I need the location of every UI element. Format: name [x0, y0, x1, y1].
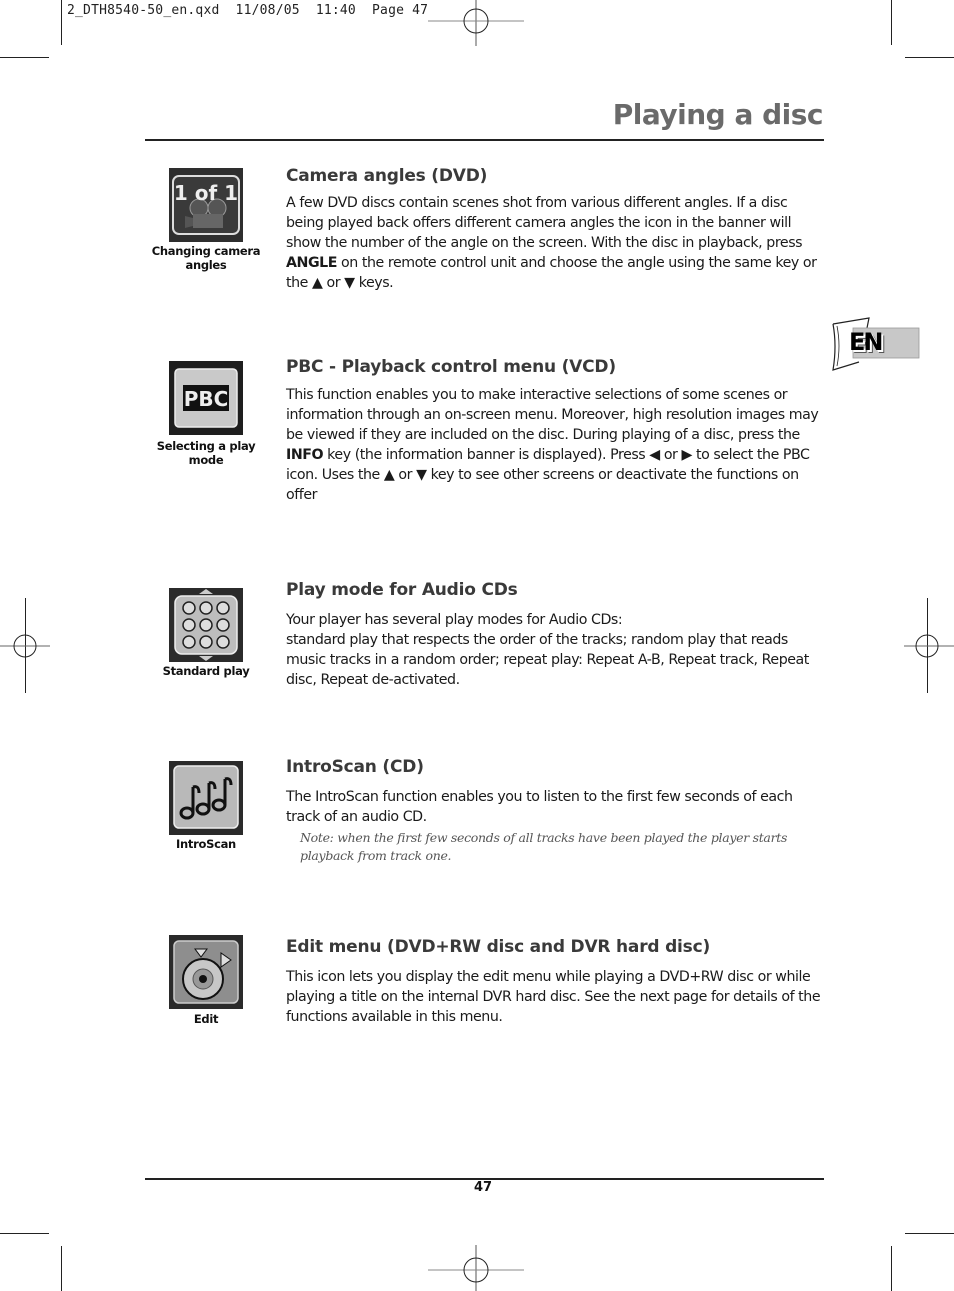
camera-angle-caption: Changing camera angles — [151, 244, 261, 272]
pbc-caption: Selecting a play mode — [156, 439, 256, 467]
introscan-note: Note: when the first few seconds of all … — [300, 830, 788, 863]
registration-mark-right — [904, 634, 954, 658]
print-slug: 2_DTH8540-50_en.qxd 11/08/05 11:40 Page … — [67, 3, 429, 18]
page-number: 47 — [474, 1180, 493, 1195]
introscan-body: The IntroScan function enables you to li… — [286, 789, 793, 825]
pbc-icon: PBC — [169, 361, 243, 435]
play-mode-body: Your player has several play modes for A… — [286, 610, 826, 690]
standard-play-icon — [169, 588, 243, 662]
camera-angles-heading: Camera angles (DVD) — [286, 166, 488, 186]
registration-mark-bottom — [428, 1245, 524, 1291]
play-mode-details: standard play that respects the order of… — [286, 632, 809, 688]
page-title: Playing a disc — [612, 98, 824, 131]
pbc-heading: PBC - Playback control menu (VCD) — [286, 357, 616, 377]
crop-mark — [0, 1233, 49, 1234]
introscan-icon — [169, 761, 243, 835]
pbc-body: This function enables you to make intera… — [286, 387, 819, 503]
edit-caption: Edit — [193, 1012, 219, 1026]
registration-mark-left — [0, 634, 50, 658]
crop-mark — [61, 1246, 62, 1291]
introscan-caption: IntroScan — [176, 837, 236, 851]
standard-play-caption: Standard play — [162, 664, 250, 678]
camera-angle-icon-text: 1 of 1 — [174, 181, 238, 205]
crop-mark — [61, 0, 62, 45]
info-key: INFO — [286, 447, 324, 463]
angle-key: ANGLE — [286, 255, 337, 271]
edit-disc-icon — [169, 935, 243, 1009]
header-rule — [145, 139, 824, 141]
camera-angle-icon: 1 of 1 — [169, 168, 243, 242]
crop-mark — [905, 1233, 954, 1234]
introscan-heading: IntroScan (CD) — [286, 757, 424, 777]
play-mode-heading: Play mode for Audio CDs — [286, 580, 518, 600]
play-mode-intro: Your player has several play modes for A… — [286, 612, 623, 628]
crop-mark — [0, 57, 49, 58]
language-label: EN — [849, 328, 884, 356]
edit-menu-heading: Edit menu (DVD+RW disc and DVR hard disc… — [286, 937, 711, 957]
registration-mark-top — [428, 0, 524, 46]
crop-mark — [891, 1246, 892, 1291]
crop-mark — [905, 57, 954, 58]
pbc-icon-text: PBC — [184, 387, 229, 411]
crop-mark — [891, 0, 892, 45]
camera-angles-body: A few DVD discs contain scenes shot from… — [286, 195, 817, 291]
edit-menu-body: This icon lets you display the edit menu… — [286, 969, 821, 1025]
